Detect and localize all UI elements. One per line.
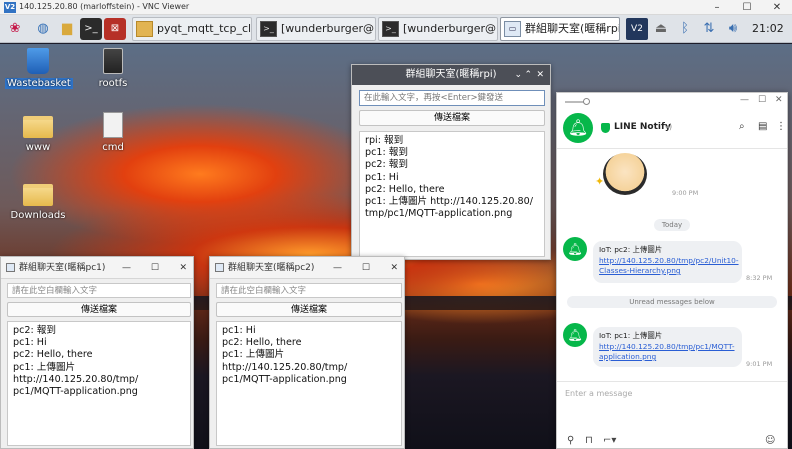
window-title: 群組聊天室(暱稱rpi)	[405, 69, 497, 80]
sparkle-icon: ✦	[595, 175, 605, 188]
maximize-icon[interactable]: ☐	[362, 257, 370, 279]
message-link[interactable]: http://140.125.20.80/tmp/pc2/Unit10-Clas…	[599, 256, 739, 276]
send-file-button[interactable]: 傳送檔案	[216, 302, 402, 317]
unread-separator: Unread messages below	[567, 296, 777, 308]
desktop-icon-wastebasket[interactable]: Wastebasket	[5, 48, 73, 89]
vnc-window-title: 140.125.20.80 (marloffstein) - VNC Viewe…	[19, 2, 190, 11]
bookmark-icon[interactable]: ⊓	[585, 435, 593, 446]
minimize-icon[interactable]: —	[740, 95, 749, 105]
window-title: 群組聊天室(暱稱pc2)	[228, 263, 315, 273]
terminal-icon[interactable]: >_	[80, 18, 102, 40]
attach-icon[interactable]: ⚲	[567, 435, 574, 446]
vnc-logo-icon: V2	[4, 2, 16, 13]
message-input[interactable]: 請在此空白欄輸入文字	[216, 283, 402, 298]
window-icon	[6, 263, 15, 272]
desktop-icon-rootfs[interactable]: rootfs	[80, 48, 146, 89]
shield-verified-icon	[601, 123, 610, 133]
chat-log: pc1: Hi pc2: Hello, there pc1: 上傳圖片 http…	[216, 321, 402, 446]
message-bubble: IoT: pc1: 上傳圖片 http://140.125.20.80/tmp/…	[593, 327, 742, 367]
minimize-button[interactable]: –	[702, 0, 732, 15]
message-time: 9:01 PM	[746, 360, 773, 368]
browser-globe-icon[interactable]: ◍	[32, 18, 54, 40]
volume-icon[interactable]: 🔊︎	[724, 19, 742, 39]
task-file-manager[interactable]: pyqt_mqtt_tcp_clien...	[132, 17, 252, 41]
drive-icon	[103, 48, 123, 74]
message-bubble: IoT: pc2: 上傳圖片 http://140.125.20.80/tmp/…	[593, 241, 742, 283]
task-terminal-2[interactable]: >_[wunderburger@marl...	[378, 17, 498, 41]
maximize-icon[interactable]: ☐	[758, 95, 766, 105]
divider	[557, 381, 787, 382]
minimize-icon[interactable]: —	[122, 257, 131, 279]
document-icon	[103, 112, 123, 138]
line-notify-avatar[interactable]: 🔔︎	[563, 323, 587, 347]
chat-window-pc1: 群組聊天室(暱稱pc1) — ☐ ✕ 請在此空白欄輸入文字 傳送檔案 pc2: …	[0, 256, 194, 449]
window-title-bar: 群組聊天室(暱稱pc2) — ☐ ✕	[210, 257, 404, 279]
task-chat-window[interactable]: ▭ 群組聊天室(暱稱rpi)	[500, 17, 620, 41]
message-link[interactable]: http://140.125.20.80/tmp/pc1/MQTT-applic…	[599, 342, 735, 362]
window-icon	[215, 263, 224, 272]
window-title-bar: 群組聊天室(暱稱rpi) ⌄ ⌃ ✕	[352, 65, 550, 85]
chevron-down-icon[interactable]: ⌄	[514, 65, 522, 85]
message-time: 9:00 PM	[672, 189, 699, 197]
maximize-button[interactable]: ☐	[732, 0, 762, 15]
message-input[interactable]: 在此輸入文字，再按<Enter>鍵發送	[359, 90, 545, 106]
close-icon[interactable]: ✕	[775, 95, 783, 105]
folder-icon	[23, 116, 53, 138]
eject-icon[interactable]: ⏏	[652, 19, 670, 39]
network-arrows-icon[interactable]: ⇅	[700, 19, 718, 39]
vnc-title-bar: V2 140.125.20.80 (marloffstein) - VNC Vi…	[0, 0, 792, 15]
window-icon: ▭	[504, 21, 521, 37]
chat-log: rpi: 報到 pc1: 報到 pc2: 報到 pc1: Hi pc2: Hel…	[359, 131, 545, 257]
chat-name: LINE Notify	[614, 122, 671, 132]
chat-log: pc2: 報到 pc1: Hi pc2: Hello, there pc1: 上…	[7, 321, 191, 446]
message-time: 8:32 PM	[746, 274, 773, 282]
close-icon[interactable]: ✕	[179, 257, 187, 279]
close-icon[interactable]: ✕	[390, 257, 398, 279]
window-title: 群組聊天室(暱稱pc1)	[19, 263, 106, 273]
clock: 21:02	[752, 22, 784, 35]
close-button[interactable]: ✕	[762, 0, 792, 15]
line-notify-avatar[interactable]: 🔔︎	[563, 237, 587, 261]
vnc-tray-icon[interactable]: V2	[626, 18, 648, 40]
folder-icon	[136, 21, 153, 37]
more-icon[interactable]: ⋮	[776, 121, 786, 132]
mute-icon: ◂)	[665, 122, 673, 131]
window-title-bar: 群組聊天室(暱稱pc1) — ☐ ✕	[1, 257, 193, 279]
desktop-icon-cmd[interactable]: cmd	[80, 112, 146, 153]
emoji-icon[interactable]: ☺	[765, 435, 775, 446]
sticker-image[interactable]: ✦	[595, 153, 657, 197]
notes-icon[interactable]: ▤	[758, 121, 767, 132]
terminal-icon: >_	[382, 21, 399, 37]
date-separator: Today	[654, 219, 690, 231]
file-manager-icon[interactable]: ▆	[56, 18, 78, 40]
send-file-button[interactable]: 傳送檔案	[7, 302, 191, 317]
chat-window-rpi: 群組聊天室(暱稱rpi) ⌄ ⌃ ✕ 在此輸入文字，再按<Enter>鍵發送 傳…	[351, 64, 551, 260]
slider-handle[interactable]	[583, 98, 590, 105]
chat-window-pc2: 群組聊天室(暱稱pc2) — ☐ ✕ 請在此空白欄輸入文字 傳送檔案 pc1: …	[209, 256, 405, 449]
task-terminal-1[interactable]: >_[wunderburger@marl...	[256, 17, 376, 41]
close-icon[interactable]: ✕	[536, 65, 544, 85]
folder-icon	[23, 184, 53, 206]
message-input[interactable]: 請在此空白欄輸入文字	[7, 283, 191, 298]
crop-screenshot-icon[interactable]: ⌐▾	[603, 435, 616, 446]
sticker-face	[603, 153, 647, 195]
desktop-icon-www[interactable]: www	[5, 116, 71, 153]
line-notify-avatar[interactable]: 🔔︎	[563, 113, 593, 143]
maximize-icon[interactable]: ☐	[151, 257, 159, 279]
send-file-button[interactable]: 傳送檔案	[359, 110, 545, 126]
search-icon[interactable]: ⌕	[739, 121, 745, 132]
wastebasket-icon	[27, 48, 49, 74]
bluetooth-icon[interactable]: ᛒ	[676, 19, 694, 39]
chevron-up-icon[interactable]: ⌃	[524, 65, 532, 85]
message-input[interactable]: Enter a message	[565, 389, 632, 398]
network-tool-icon[interactable]: ⊠	[104, 18, 126, 40]
terminal-icon: >_	[260, 21, 277, 37]
raspberry-menu-icon[interactable]: ❀	[4, 18, 26, 40]
desktop-icon-downloads[interactable]: Downloads	[5, 184, 71, 221]
line-chat-window: — ☐ ✕ 🔔︎ LINE Notify ◂) ⌕ ▤ ⋮ ✦ 9:00 PM …	[556, 92, 788, 449]
divider	[557, 148, 787, 149]
taskbar: ❀ ◍ ▆ >_ ⊠ pyqt_mqtt_tcp_clien... >_[wun…	[0, 15, 792, 43]
minimize-icon[interactable]: —	[333, 257, 342, 279]
